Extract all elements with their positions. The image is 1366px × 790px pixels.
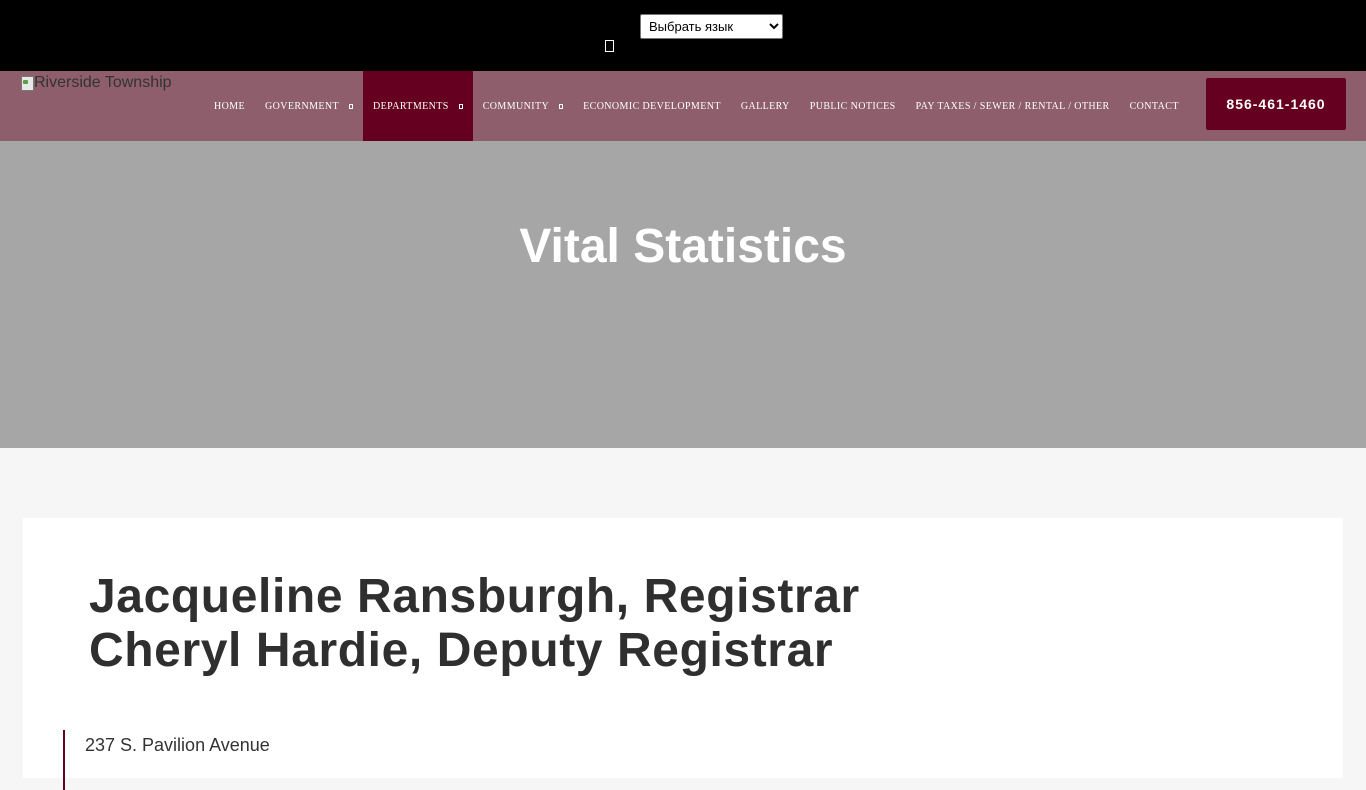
top-bar: Выбрать язык [0, 0, 1366, 71]
content-card: Jacqueline Ransburgh, Registrar Cheryl H… [23, 518, 1343, 790]
logo-alt-text: Riverside Township [34, 74, 172, 91]
nav-item-label: ECONOMIC DEVELOPMENT [583, 100, 721, 112]
site-logo[interactable]: Riverside Township [20, 73, 172, 93]
nav-item-pay-taxes[interactable]: PAY TAXES / SEWER / RENTAL / OTHER [906, 71, 1120, 141]
staff-deputy-registrar: Cheryl Hardie, Deputy Registrar [89, 624, 834, 677]
language-select[interactable]: Выбрать язык [640, 14, 783, 39]
nav-item-label: PUBLIC NOTICES [809, 100, 896, 112]
nav-item-label: GOVERNMENT [265, 100, 340, 112]
nav-item-contact[interactable]: CONTACT [1120, 71, 1189, 141]
staff-registrar: Jacqueline Ransburgh, Registrar [89, 570, 860, 623]
missing-glyph-icon [605, 40, 614, 52]
submenu-caret-icon [458, 103, 463, 109]
nav-item-label: DEPARTMENTS [373, 100, 449, 112]
page-hero: Vital Statistics [0, 141, 1366, 448]
address-line: 237 S. Pavilion Avenue [85, 735, 270, 755]
nav-item-gallery[interactable]: GALLERY [731, 71, 800, 141]
phone-button[interactable]: 856-461-1460 [1206, 78, 1346, 130]
nav-item-label: COMMUNITY [482, 100, 550, 112]
address-block: 237 S. Pavilion Avenue [63, 730, 270, 790]
nav-item-label: CONTACT [1129, 100, 1179, 112]
nav-item-home[interactable]: HOME [204, 71, 255, 141]
page-title: Vital Statistics [519, 220, 847, 273]
nav-item-label: GALLERY [740, 100, 790, 112]
nav-item-label: HOME [214, 100, 246, 112]
nav-item-economic-development[interactable]: ECONOMIC DEVELOPMENT [573, 71, 731, 141]
submenu-caret-icon [349, 103, 354, 109]
submenu-caret-icon [559, 103, 564, 109]
nav-item-community[interactable]: COMMUNITY [473, 71, 573, 141]
nav-item-public-notices[interactable]: PUBLIC NOTICES [800, 71, 906, 141]
nav-item-government[interactable]: GOVERNMENT [255, 71, 363, 141]
main-navigation: Riverside Township HOME GOVERNMENT DEPAR… [0, 71, 1366, 141]
staff-heading: Jacqueline Ransburgh, Registrar Cheryl H… [89, 570, 860, 678]
primary-menu: HOME GOVERNMENT DEPARTMENTS COMMUNITY EC… [204, 71, 1189, 141]
nav-item-departments[interactable]: DEPARTMENTS [363, 71, 473, 141]
broken-image-icon [20, 75, 34, 91]
nav-item-label: PAY TAXES / SEWER / RENTAL / OTHER [915, 100, 1110, 112]
